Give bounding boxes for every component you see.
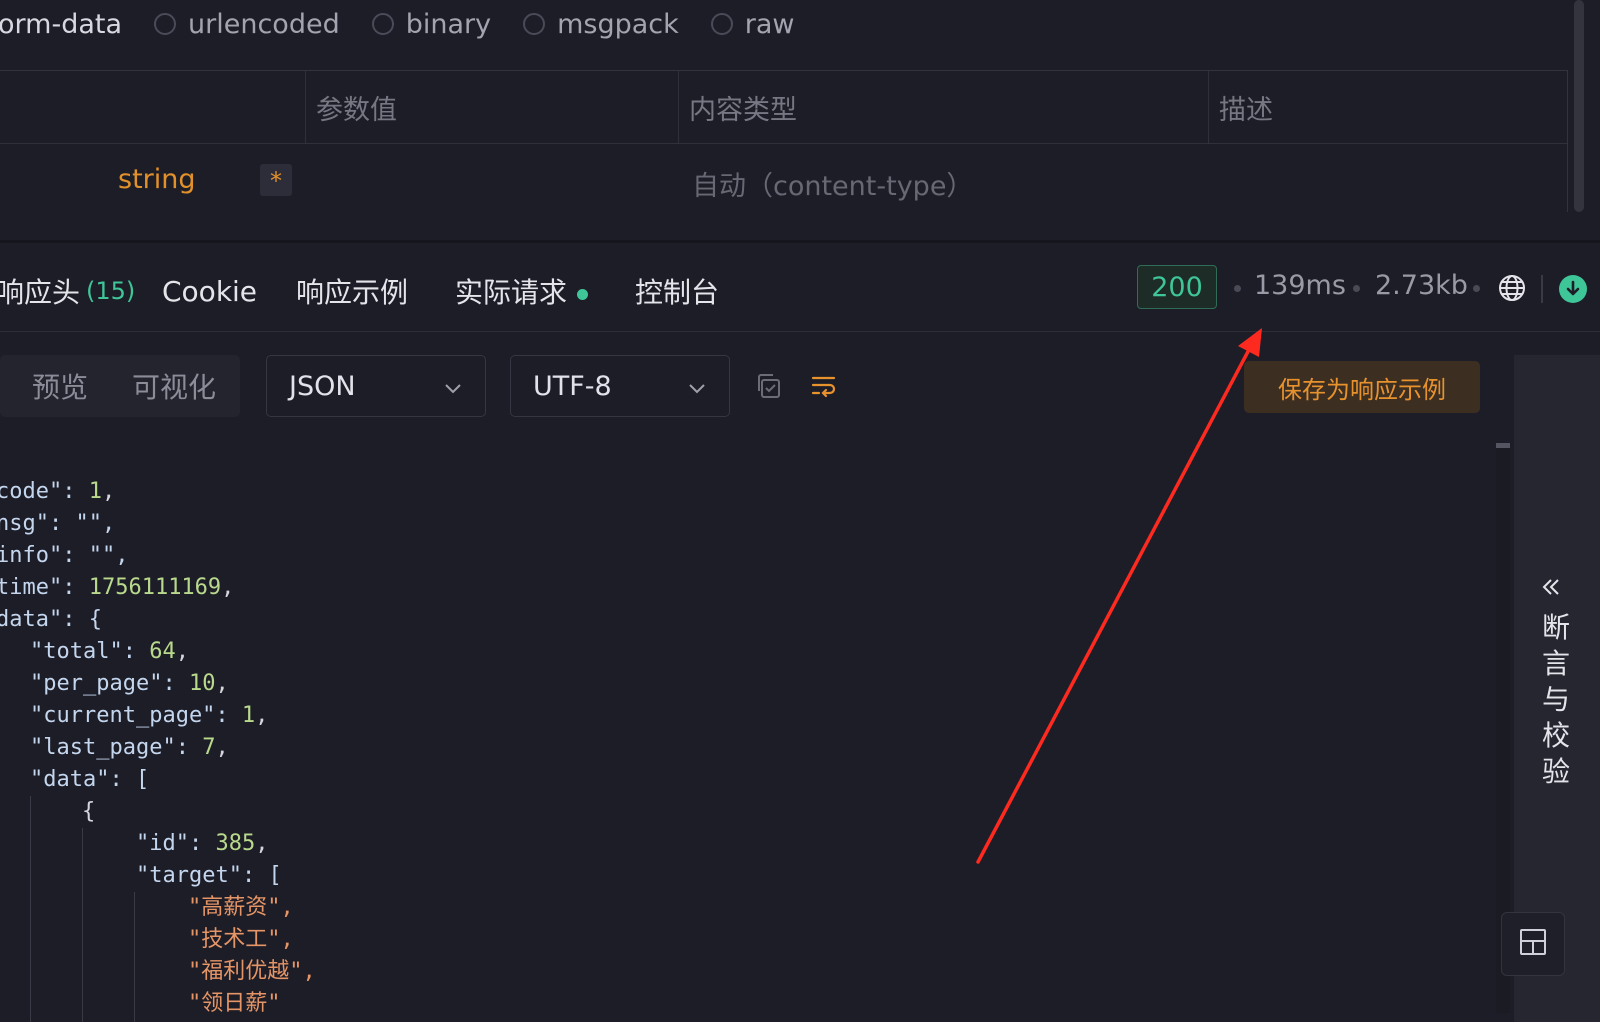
meta-separator-dot bbox=[1234, 285, 1241, 292]
code-line: "福利优越", bbox=[188, 959, 316, 984]
indent-guide bbox=[82, 828, 83, 1022]
double-chevron-left-icon[interactable] bbox=[1540, 576, 1562, 602]
response-tabs: 响应头 (15) Cookie 响应示例 实际请求 控制台 bbox=[0, 250, 1600, 332]
chevron-down-icon bbox=[443, 374, 463, 405]
code-line: { bbox=[82, 799, 96, 824]
table-scrollbar[interactable] bbox=[1574, 0, 1584, 212]
indent-guide bbox=[30, 796, 31, 1022]
tab-response-headers[interactable]: 响应头 (15) bbox=[0, 250, 135, 332]
view-mode-toggle: 预览 可视化 bbox=[0, 355, 240, 417]
tab-console[interactable]: 控制台 bbox=[635, 250, 719, 332]
code-line: "current_page": 1, bbox=[30, 703, 269, 728]
response-size: 2.73kb bbox=[1375, 270, 1468, 301]
param-type-cell[interactable]: string bbox=[118, 164, 196, 195]
status-code-badge: 200 bbox=[1137, 265, 1217, 309]
code-line: "last_page": 7, bbox=[30, 735, 229, 760]
code-line: "target": [ bbox=[136, 863, 282, 888]
globe-icon[interactable] bbox=[1497, 273, 1527, 307]
encoding-select[interactable]: UTF-8 bbox=[510, 355, 730, 417]
body-type-form-data[interactable]: orm-data bbox=[0, 9, 122, 40]
tab-label: 控制台 bbox=[635, 276, 720, 309]
required-toggle[interactable]: * bbox=[260, 164, 292, 196]
radio-binary[interactable]: binary bbox=[371, 8, 492, 40]
meta-separator-dot bbox=[1473, 285, 1480, 292]
layout-icon bbox=[1518, 927, 1548, 961]
header-description: 描述 bbox=[1208, 71, 1568, 143]
radio-circle-icon bbox=[710, 13, 733, 35]
tab-label: 响应头 bbox=[0, 276, 81, 309]
layout-toggle-button[interactable] bbox=[1501, 912, 1565, 976]
radio-label: binary bbox=[405, 8, 492, 40]
code-scrollbar-thumb[interactable] bbox=[1496, 443, 1510, 448]
radio-urlencoded[interactable]: urlencoded bbox=[154, 9, 340, 40]
code-line: info": "", bbox=[0, 543, 129, 568]
radio-circle-icon bbox=[523, 13, 546, 35]
code-line: "per_page": 10, bbox=[30, 671, 229, 696]
code-line: data": { bbox=[0, 607, 102, 632]
encoding-value: UTF-8 bbox=[533, 370, 612, 402]
code-line: "技术工", bbox=[188, 927, 294, 952]
toolbar-separator bbox=[1541, 275, 1543, 303]
tab-label: 实际请求 bbox=[455, 276, 568, 309]
radio-raw[interactable]: raw bbox=[710, 8, 795, 40]
tab-actual-request[interactable]: 实际请求 bbox=[455, 250, 589, 332]
save-as-example-button[interactable]: 保存为响应示例 bbox=[1244, 361, 1480, 413]
tab-label: Cookie bbox=[162, 274, 258, 308]
radio-circle-icon bbox=[371, 13, 394, 35]
tab-cookie[interactable]: Cookie bbox=[162, 250, 257, 332]
content-type-cell[interactable]: 自动（content-type） bbox=[692, 164, 973, 203]
view-visualize[interactable]: 可视化 bbox=[132, 355, 216, 417]
word-wrap-icon[interactable] bbox=[810, 372, 838, 404]
header-content-type: 内容类型 bbox=[678, 71, 1208, 143]
chevron-down-icon bbox=[687, 374, 707, 405]
code-line: nsg": "", bbox=[0, 511, 116, 536]
code-line: "total": 64, bbox=[30, 639, 189, 664]
status-dot-icon bbox=[577, 288, 589, 300]
format-value: JSON bbox=[289, 370, 356, 402]
table-row-divider bbox=[0, 143, 1567, 144]
radio-msgpack[interactable]: msgpack bbox=[523, 9, 679, 40]
panel-divider[interactable] bbox=[0, 240, 1600, 243]
code-line: "高薪资", bbox=[188, 895, 294, 920]
radio-label: msgpack bbox=[557, 8, 679, 40]
tab-response-examples[interactable]: 响应示例 bbox=[296, 250, 408, 332]
copy-icon[interactable] bbox=[754, 372, 782, 404]
view-preview[interactable]: 预览 bbox=[32, 355, 88, 417]
assertions-label[interactable]: 断言与校验 bbox=[1539, 610, 1573, 790]
code-line: "id": 385, bbox=[136, 831, 269, 856]
radio-circle-icon bbox=[154, 13, 177, 35]
response-time: 139ms bbox=[1254, 270, 1346, 301]
code-line: time": 1756111169, bbox=[0, 575, 235, 600]
tab-label: 响应示例 bbox=[296, 276, 409, 309]
tab-count-badge: (15) bbox=[86, 277, 136, 305]
radio-label: urlencoded bbox=[188, 8, 340, 40]
meta-separator-dot bbox=[1353, 285, 1360, 292]
indent-guide bbox=[134, 892, 135, 1022]
download-icon[interactable] bbox=[1558, 274, 1588, 308]
code-line: "data": [ bbox=[30, 767, 150, 792]
body-type-row: orm-data urlencoded binary msgpack raw bbox=[0, 0, 795, 48]
format-select[interactable]: JSON bbox=[266, 355, 486, 417]
code-line: code": 1, bbox=[0, 479, 116, 504]
radio-label: raw bbox=[744, 8, 795, 40]
header-param-value: 参数值 bbox=[305, 71, 678, 143]
code-line: "领日薪" bbox=[188, 991, 281, 1016]
